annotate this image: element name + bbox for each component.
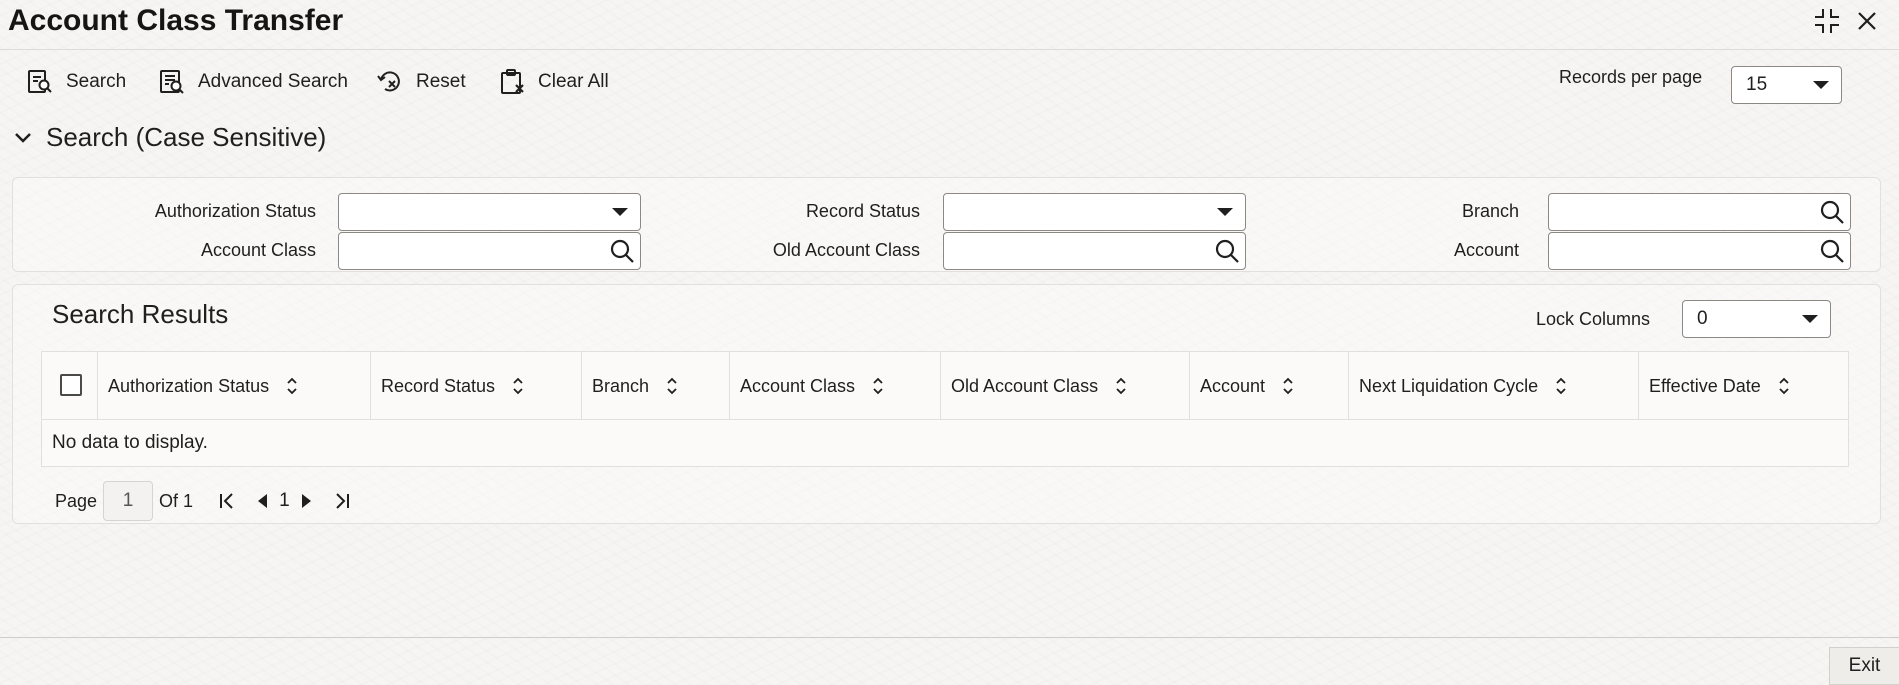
sort-icon [873, 377, 883, 395]
search-icon[interactable] [1818, 237, 1846, 265]
results-table: Authorization Status Record Status Branc… [41, 351, 1849, 467]
page-of-label: Of 1 [159, 490, 194, 511]
clipboard-clear-icon [501, 69, 524, 94]
records-per-page-value: 15 [1746, 74, 1768, 95]
authorization-status-select[interactable] [338, 193, 641, 231]
clear-all-button[interactable]: Clear All [498, 66, 609, 98]
chevron-down-icon [612, 208, 628, 216]
page-label: Page [55, 490, 98, 511]
table-header: Authorization Status Record Status Branc… [42, 352, 1848, 420]
records-per-page-label: Records per page [1559, 67, 1703, 87]
search-results-title: Search Results [52, 299, 229, 329]
search-icon[interactable] [1818, 198, 1846, 226]
account-class-input[interactable] [338, 232, 641, 270]
sort-icon [287, 377, 297, 395]
search-criteria-panel: Authorization Status Record Status Branc… [12, 177, 1881, 272]
close-icon[interactable] [1852, 6, 1882, 36]
column-header-branch[interactable]: Branch [582, 352, 730, 420]
account-label: Account [1453, 240, 1519, 260]
account-input[interactable] [1548, 232, 1851, 270]
clear-all-button-label: Clear All [538, 71, 609, 92]
search-section-toggle[interactable]: Search (Case Sensitive) [12, 122, 326, 153]
title-bar: Account Class Transfer [0, 0, 1899, 50]
pagination: Page 1 Of 1 1 [55, 481, 354, 521]
record-status-label: Record Status [805, 201, 920, 221]
branch-label: Branch [1461, 201, 1519, 221]
chevron-down-icon [15, 132, 31, 143]
page-number-input[interactable]: 1 [103, 481, 154, 521]
chevron-down-icon [1813, 81, 1829, 89]
column-header-next-liquidation-cycle[interactable]: Next Liquidation Cycle [1349, 352, 1639, 420]
column-header-account-class[interactable]: Account Class [730, 352, 941, 420]
page-title: Account Class Transfer [8, 4, 344, 37]
search-button[interactable]: Search [26, 66, 126, 98]
last-page-icon[interactable] [330, 489, 354, 513]
maximize-icon[interactable] [1812, 6, 1842, 36]
records-per-page-select[interactable]: 15 [1731, 66, 1842, 104]
reset-button-label: Reset [416, 71, 466, 92]
column-header-account[interactable]: Account [1190, 352, 1349, 420]
advanced-search-button[interactable]: Advanced Search [158, 66, 348, 98]
search-results-panel: Search Results Lock Columns 0 Authorizat… [12, 284, 1881, 524]
sort-icon [513, 377, 523, 395]
lock-columns-select[interactable]: 0 [1682, 300, 1831, 338]
advanced-search-button-label: Advanced Search [198, 71, 348, 92]
reset-button[interactable]: Reset [376, 66, 466, 98]
authorization-status-label: Authorization Status [154, 201, 316, 221]
next-page-icon[interactable] [294, 489, 318, 513]
search-icon[interactable] [1213, 237, 1241, 265]
current-page-number: 1 [279, 490, 290, 511]
reset-icon [377, 71, 400, 92]
old-account-class-label: Old Account Class [772, 240, 920, 260]
sort-icon [1556, 377, 1566, 395]
sort-icon [667, 377, 677, 395]
lock-columns-value: 0 [1697, 308, 1708, 329]
column-header-old-account-class[interactable]: Old Account Class [941, 352, 1190, 420]
previous-page-icon[interactable] [251, 489, 275, 513]
search-doc-icon [28, 70, 52, 93]
select-all-cell [42, 352, 98, 420]
chevron-down-icon [1802, 315, 1818, 323]
select-all-checkbox[interactable] [60, 374, 82, 396]
column-header-authorization-status[interactable]: Authorization Status [98, 352, 371, 420]
account-class-label: Account Class [200, 240, 316, 260]
search-button-label: Search [66, 71, 127, 92]
sort-icon [1116, 377, 1126, 395]
advanced-search-icon [160, 70, 184, 94]
column-header-record-status[interactable]: Record Status [371, 352, 582, 420]
sort-icon [1283, 377, 1293, 395]
record-status-select[interactable] [943, 193, 1246, 231]
first-page-icon[interactable] [215, 489, 239, 513]
exit-button[interactable]: Exit [1829, 647, 1899, 685]
old-account-class-input[interactable] [943, 232, 1246, 270]
branch-input[interactable] [1548, 193, 1851, 231]
chevron-down-icon [1217, 208, 1233, 216]
footer: Exit [0, 637, 1899, 685]
sort-icon [1779, 377, 1789, 395]
column-header-effective-date[interactable]: Effective Date [1639, 352, 1848, 420]
search-icon[interactable] [608, 237, 636, 265]
lock-columns-label: Lock Columns [1536, 309, 1651, 329]
search-section-title: Search (Case Sensitive) [46, 122, 327, 152]
empty-table-message: No data to display. [52, 432, 208, 453]
